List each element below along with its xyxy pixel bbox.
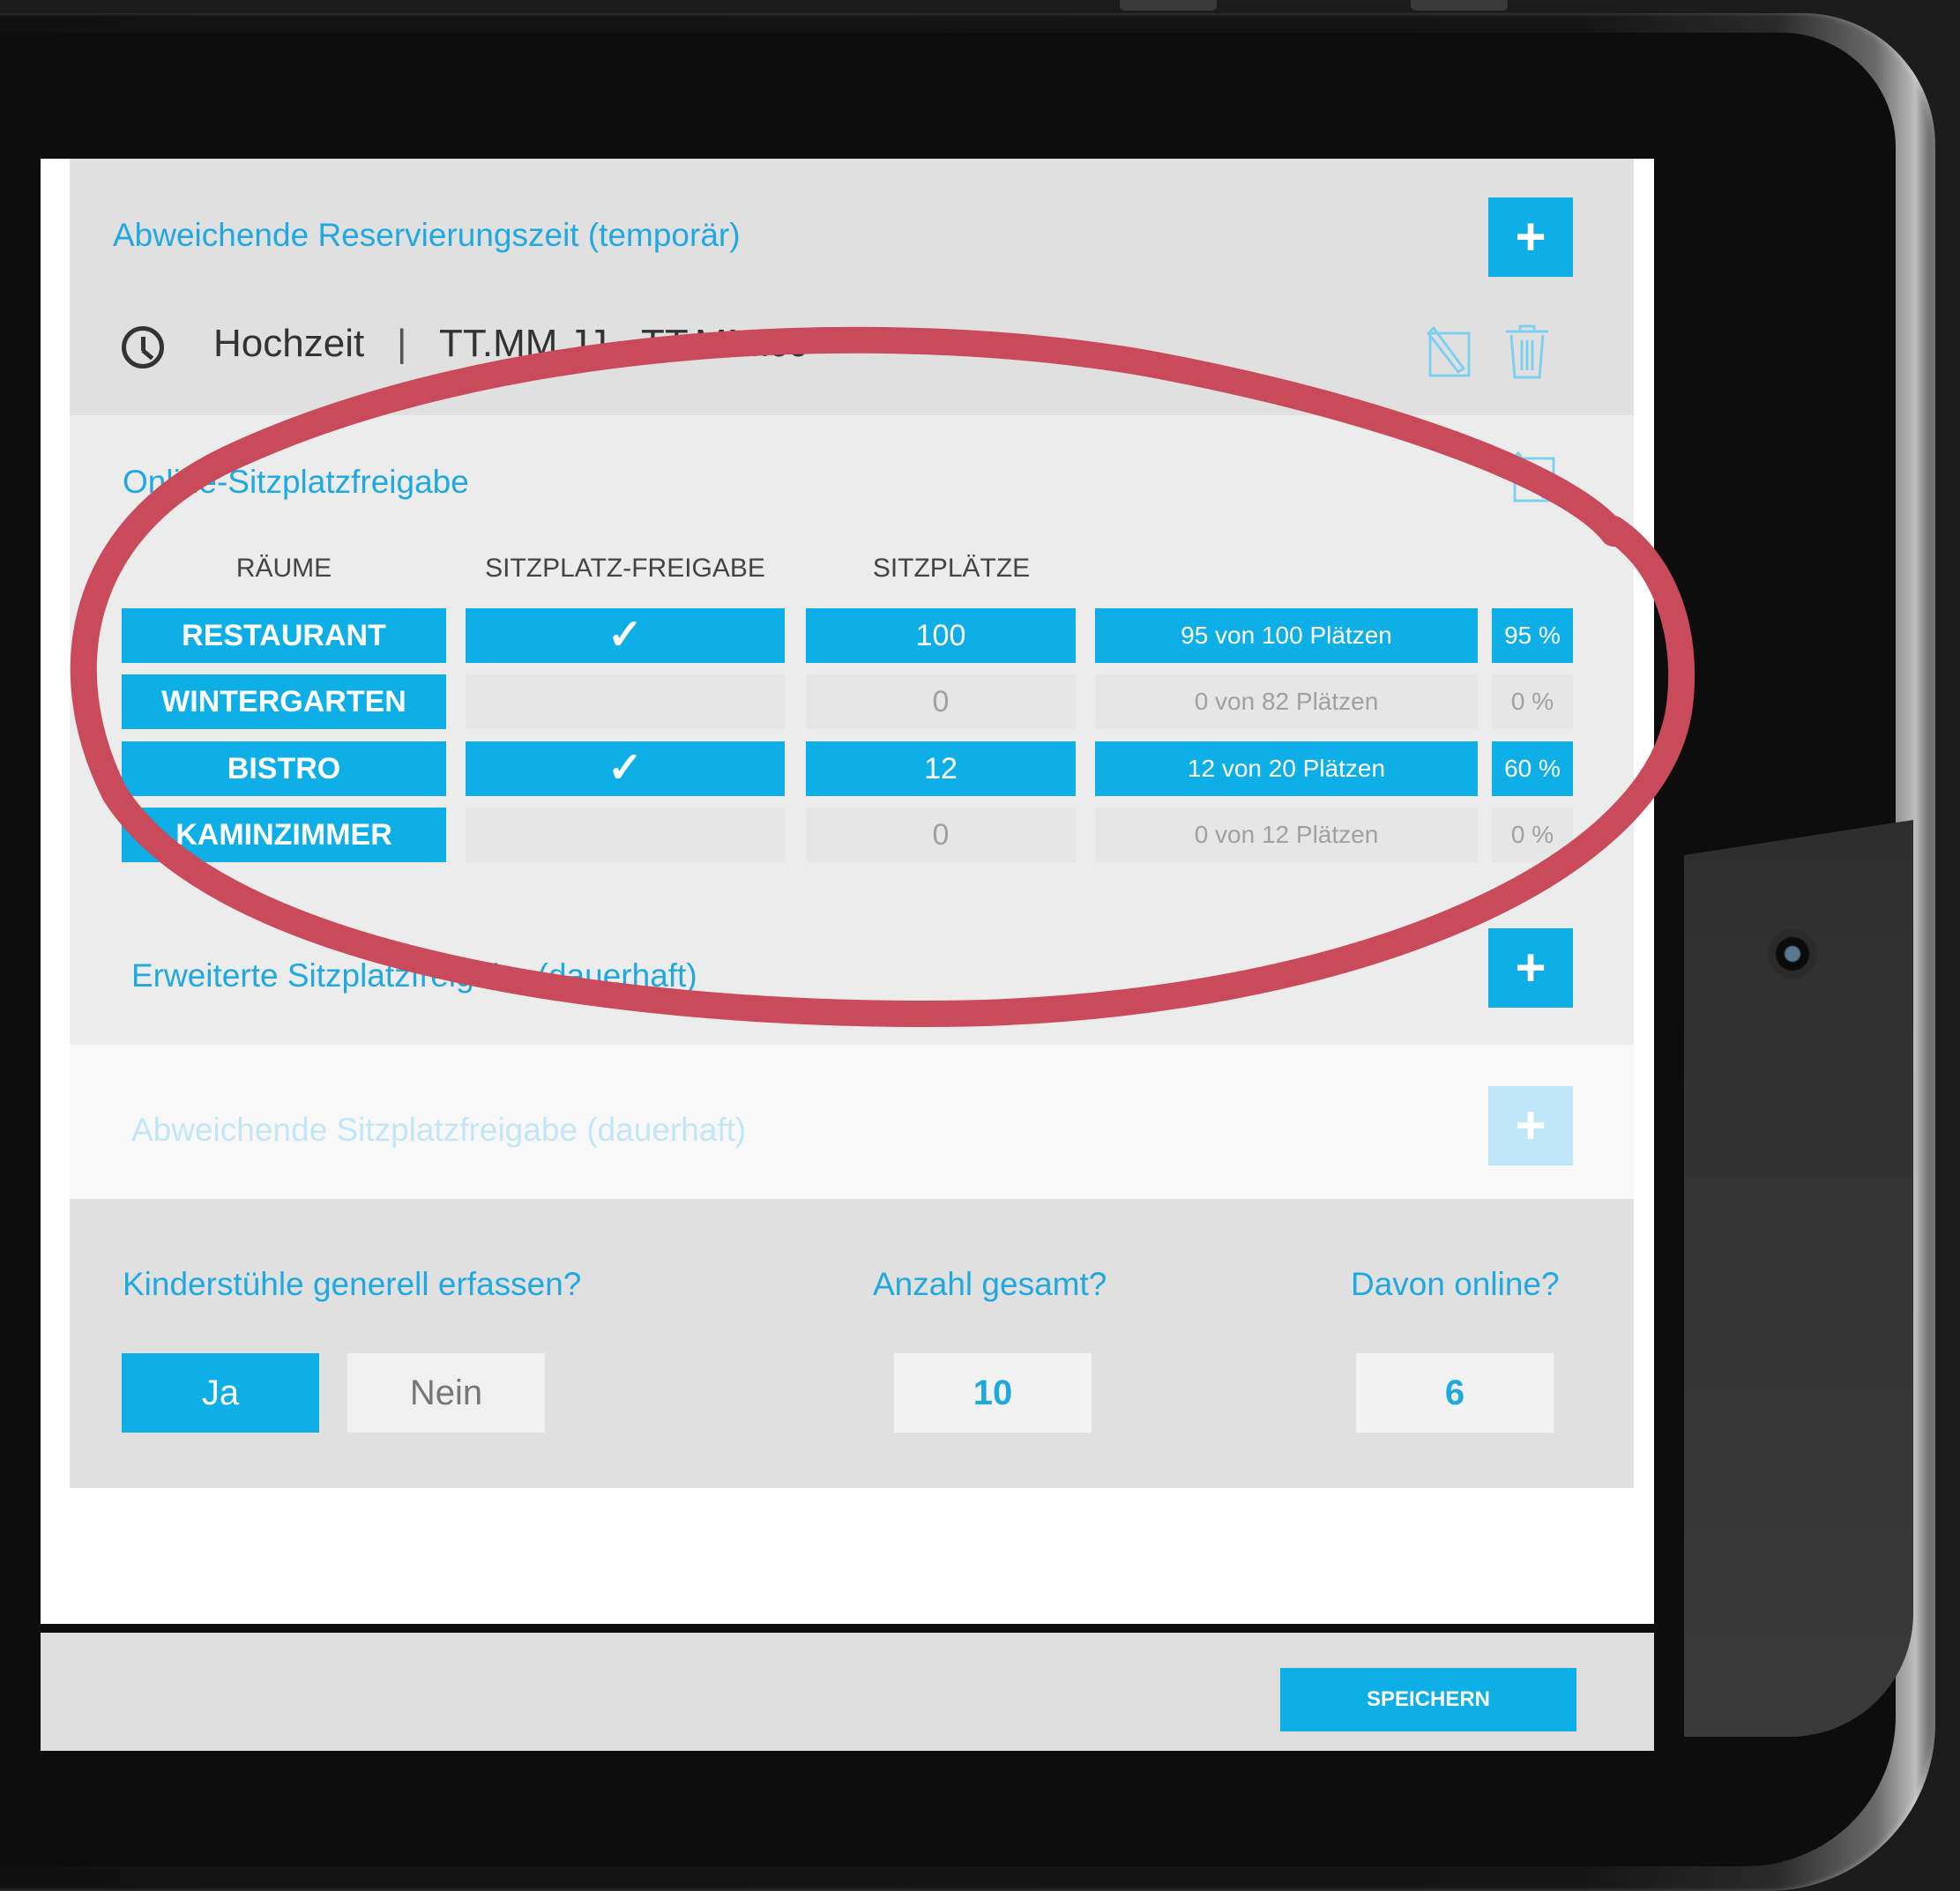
seats-kaminzimmer[interactable]: 0 — [806, 808, 1076, 862]
edit-icon[interactable] — [1509, 450, 1559, 506]
room-kaminzimmer[interactable]: KAMINZIMMER — [122, 808, 446, 862]
save-button[interactable]: SPEICHERN — [1280, 1668, 1576, 1731]
release-toggle-wintergarten[interactable] — [466, 674, 785, 729]
children-chairs-question: Kinderstühle generell erfassen? — [123, 1266, 582, 1302]
percent-restaurant: 95 % — [1492, 608, 1573, 663]
event-separator: | — [397, 322, 407, 365]
percent-bistro: 60 % — [1492, 741, 1573, 796]
yes-button[interactable]: Ja — [122, 1353, 319, 1433]
no-button[interactable]: Nein — [347, 1353, 545, 1433]
deviating-release-title: Abweichende Sitzplatzfreigabe (dauerhaft… — [131, 1112, 747, 1148]
summary-restaurant: 95 von 100 Plätzen — [1095, 608, 1478, 663]
header-seat-release: SITZPLATZ-FREIGABE — [485, 554, 765, 583]
plus-icon: + — [1515, 1096, 1546, 1155]
check-icon: ✓ — [607, 612, 644, 659]
release-toggle-restaurant[interactable]: ✓ — [466, 608, 785, 663]
percent-kaminzimmer: 0 % — [1492, 808, 1573, 862]
plus-icon: + — [1515, 938, 1546, 997]
summary-bistro: 12 von 20 Plätzen — [1095, 741, 1478, 796]
add-deviating-release-button[interactable]: + — [1488, 1086, 1573, 1165]
seats-bistro[interactable]: 12 — [806, 741, 1076, 796]
online-release-panel — [70, 415, 1634, 1045]
bottom-bar-divider — [41, 1624, 1654, 1633]
check-icon: ✓ — [607, 745, 644, 792]
online-release-title: Online-Sitzplatzfreigabe — [123, 464, 469, 500]
temp-reservation-panel — [70, 159, 1634, 415]
header-seats: SITZPLÄTZE — [872, 554, 1031, 583]
event-dates: TT.MM.JJ - TT.MM.JJ — [439, 322, 809, 365]
add-temp-reservation-button[interactable]: + — [1488, 197, 1573, 277]
seats-restaurant[interactable]: 100 — [806, 608, 1076, 663]
summary-kaminzimmer: 0 von 12 Plätzen — [1095, 808, 1478, 862]
total-chairs-input[interactable]: 10 — [894, 1353, 1092, 1433]
power-button — [1411, 0, 1508, 11]
release-toggle-bistro[interactable]: ✓ — [466, 741, 785, 796]
summary-wintergarten: 0 von 82 Plätzen — [1095, 674, 1478, 729]
camera-icon — [1768, 929, 1817, 979]
online-chairs-input[interactable]: 6 — [1356, 1353, 1554, 1433]
total-label: Anzahl gesamt? — [873, 1266, 1107, 1302]
volume-button — [1120, 0, 1217, 11]
event-name: Hochzeit — [213, 322, 365, 365]
room-restaurant[interactable]: RESTAURANT — [122, 608, 446, 663]
seats-wintergarten[interactable]: 0 — [806, 674, 1076, 729]
release-toggle-kaminzimmer[interactable] — [466, 808, 785, 862]
room-bistro[interactable]: BISTRO — [122, 741, 446, 796]
children-chairs-panel — [70, 1199, 1634, 1488]
add-extended-release-button[interactable]: + — [1488, 928, 1573, 1008]
percent-wintergarten: 0 % — [1492, 674, 1573, 729]
clock-icon — [122, 326, 164, 369]
plus-icon: + — [1515, 207, 1546, 266]
edit-icon[interactable] — [1425, 324, 1474, 381]
trash-icon[interactable] — [1504, 323, 1550, 381]
header-rooms: RÄUME — [235, 554, 332, 583]
online-label: Davon online? — [1351, 1266, 1560, 1302]
extended-release-title: Erweiterte Sitzplatzfreigabe (dauerhaft) — [131, 957, 697, 994]
room-wintergarten[interactable]: WINTERGARTEN — [122, 674, 446, 729]
app-screen: Abweichende Reservierungszeit (temporär)… — [41, 159, 1654, 1624]
temp-reservation-title: Abweichende Reservierungszeit (temporär) — [113, 217, 741, 253]
